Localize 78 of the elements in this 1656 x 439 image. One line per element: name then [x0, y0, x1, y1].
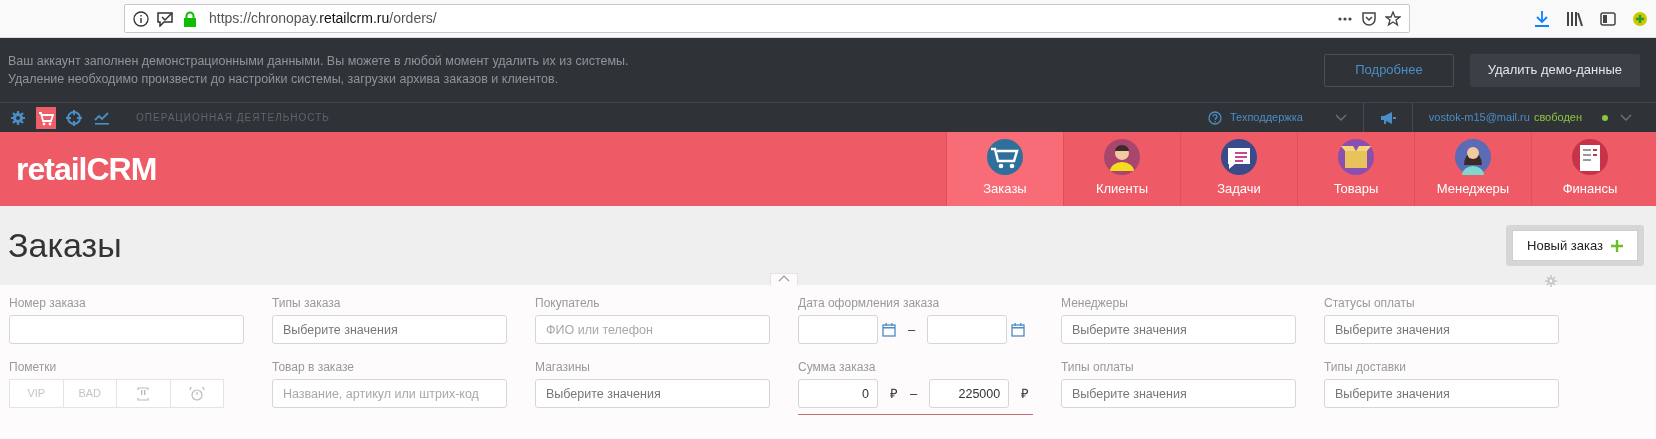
megaphone-icon[interactable] — [1379, 110, 1396, 125]
document-icon — [1572, 139, 1608, 176]
input-field[interactable]: ФИО или телефон — [535, 315, 770, 344]
field-label: Сумма заказа — [798, 360, 877, 374]
person-icon — [1455, 139, 1491, 176]
date-field[interactable] — [927, 315, 1008, 344]
url-field[interactable]: https://chronopay.retailcrm.ru/orders/ — [124, 4, 1410, 33]
mark-toggle[interactable]: VIP — [9, 379, 64, 408]
currency-sign: ₽ — [890, 384, 898, 403]
lock-icon — [183, 10, 197, 27]
calendar-icon[interactable] — [1011, 322, 1026, 337]
input-field[interactable] — [9, 315, 244, 344]
support-link[interactable]: Техподдержка — [1229, 109, 1303, 126]
box-icon — [1338, 139, 1374, 176]
field-label: Менеджеры — [1061, 296, 1129, 310]
range-dash: – — [910, 384, 918, 403]
library-icon[interactable] — [1566, 10, 1584, 27]
cart-icon — [987, 139, 1023, 176]
amount-field[interactable]: 225000 — [929, 379, 1010, 408]
help-icon[interactable] — [1207, 110, 1222, 125]
nav-tab[interactable]: Клиенты — [1063, 132, 1180, 206]
banner-text: Ваш аккаунт заполнен демонстрационными данными. Вы можете в любой момент удалить их из системы. — [8, 53, 630, 70]
user-email[interactable]: vostok-m15@mail.ru — [1428, 109, 1530, 126]
select-field[interactable]: Выберите значения — [1061, 315, 1296, 344]
select-field[interactable]: Выберите значения — [272, 315, 507, 344]
field-label: Дата оформления заказа — [798, 296, 941, 310]
chevron-down-icon[interactable] — [1620, 113, 1632, 122]
star-icon[interactable] — [1385, 10, 1401, 27]
field-label: Типы доставки — [1324, 360, 1407, 374]
sidebar-icon[interactable] — [1600, 10, 1616, 27]
chat-list-icon — [1221, 139, 1257, 176]
nav-tab[interactable]: Товары — [1297, 132, 1414, 206]
new-order-button[interactable]: Новый заказ — [1512, 230, 1638, 261]
extension-icon[interactable] — [1632, 10, 1648, 27]
field-label: Номер заказа — [9, 296, 87, 310]
field-label: Покупатель — [535, 296, 601, 310]
delete-demo-button[interactable]: Удалить демо-данные — [1469, 53, 1640, 87]
user-status: свободен — [1533, 110, 1582, 126]
select-field[interactable]: Выберите значения — [535, 379, 770, 408]
nav-tab[interactable]: Задачи — [1180, 132, 1297, 206]
field-label: Магазины — [535, 360, 591, 374]
amount-field[interactable]: 0 — [798, 379, 878, 408]
page-title: Заказы — [8, 225, 122, 266]
alarm-icon — [188, 386, 205, 401]
chevron-down-icon[interactable] — [1334, 113, 1347, 122]
mark-toggle[interactable] — [169, 379, 224, 408]
plus-icon — [1611, 239, 1623, 252]
logo[interactable]: retailCRM — [16, 145, 157, 193]
field-label: Типы оплаты — [1061, 360, 1135, 374]
chat-icon[interactable] — [157, 10, 175, 27]
field-label: Товар в заказе — [272, 360, 355, 374]
date-field[interactable] — [798, 315, 878, 344]
select-field[interactable]: Выберите значения — [1061, 379, 1296, 408]
calendar-icon[interactable] — [882, 322, 896, 337]
select-field[interactable]: Выберите значения — [1324, 315, 1559, 344]
input-field[interactable]: Название, артикул или штрих-код — [272, 379, 507, 408]
person-icon — [1104, 139, 1140, 176]
select-field[interactable]: Выберите значения — [1324, 379, 1559, 408]
nav-tab[interactable]: Заказы — [946, 132, 1063, 206]
more-button[interactable]: Подробнее — [1324, 53, 1454, 87]
banner-text: Удаление необходимо произвести до настройки системы, загрузки архива заказов и клиентов. — [8, 71, 560, 88]
range-dash: – — [908, 320, 916, 339]
mark-toggle[interactable]: BAD — [62, 379, 117, 408]
nav-tab[interactable]: Финансы — [1531, 132, 1648, 206]
collapse-tab[interactable] — [770, 273, 798, 286]
download-icon[interactable] — [1534, 9, 1550, 28]
info-icon[interactable] — [133, 10, 149, 27]
url-text: https://chronopay.retailcrm.ru/orders/ — [209, 9, 437, 28]
field-label: Типы заказа — [272, 296, 342, 310]
mark-toggle[interactable] — [116, 379, 171, 408]
currency-sign: ₽ — [1021, 384, 1030, 403]
field-label: Статусы оплаты — [1324, 296, 1416, 310]
alert-icon — [136, 386, 151, 401]
chevron-up-icon — [778, 274, 790, 282]
pocket-icon[interactable] — [1361, 10, 1377, 27]
field-label: Пометки — [9, 360, 58, 374]
nav-tab[interactable]: Менеджеры — [1414, 132, 1531, 206]
cart-icon[interactable] — [36, 106, 56, 129]
